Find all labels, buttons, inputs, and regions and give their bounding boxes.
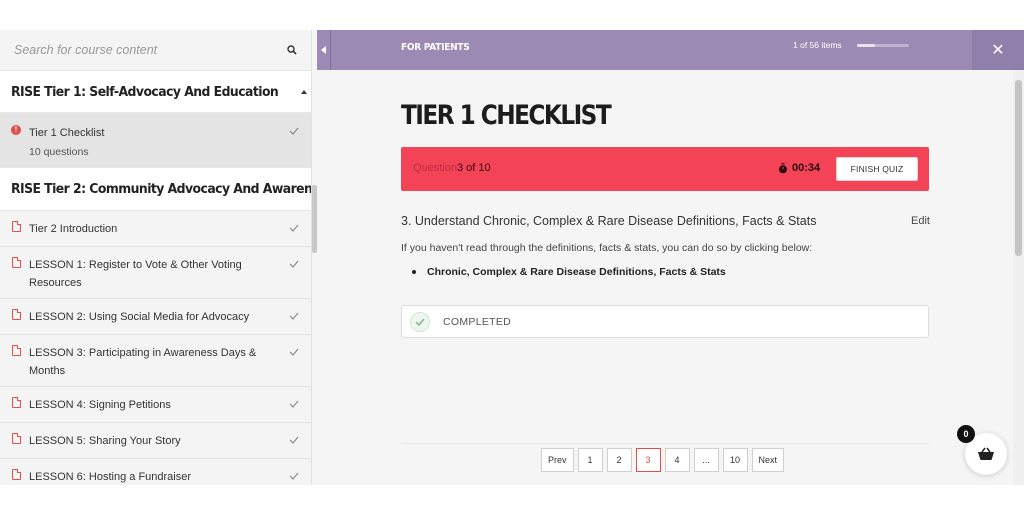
pagination: Prev 1 2 3 4 ... 10 Next [541,448,788,472]
page-ellipsis: ... [693,448,719,472]
sidebar-item-lesson-2[interactable]: LESSON 2: Using Social Media for Advocac… [0,299,311,335]
question-count: 3 of 10 [457,162,491,174]
search-input[interactable] [14,43,285,57]
document-icon-wrap [11,257,21,268]
document-icon [11,221,21,232]
search-bar [0,30,311,71]
progress-bar-fill [857,44,876,47]
stopwatch-icon [779,163,787,174]
sidebar-item-sub: 10 questions [29,146,89,158]
caret-left-icon [321,46,326,54]
alert-icon: ! [11,125,21,135]
page-title: TIER 1 CHECKLIST [401,100,612,131]
check-icon [289,436,299,444]
sidebar-item-lesson-4[interactable]: LESSON 4: Signing Petitions [0,387,311,423]
check-icon [289,472,299,480]
document-icon [11,257,21,268]
alert-icon-wrap: ! [11,125,21,135]
sidebar-item-label: LESSON 1: Register to Vote & Other Votin… [29,259,242,289]
document-icon-wrap [11,397,21,408]
document-icon [11,397,21,408]
app-frame: RISE Tier 1: Self-Advocacy And Education… [0,30,1024,485]
page-button[interactable]: 1 [577,448,603,472]
page-button[interactable]: 4 [664,448,690,472]
check-icon [289,127,299,135]
sidebar-item-lesson-1[interactable]: LESSON 1: Register to Vote & Other Votin… [0,247,311,299]
progress-text: 1 of 56 items [793,40,842,50]
question-title: 3. Understand Chronic, Complex & Rare Di… [401,214,817,228]
document-icon-wrap [11,309,21,320]
prev-button[interactable]: Prev [541,448,574,472]
section-title: RISE Tier 2: Community Advocacy And Awar… [11,181,312,197]
course-title: FOR PATIENTS [401,42,470,53]
finish-quiz-button[interactable]: FINISH QUIZ [836,157,918,181]
sidebar-item-label: LESSON 5: Sharing Your Story [29,435,181,447]
document-icon [11,469,21,480]
document-icon-wrap [11,469,21,480]
course-sidebar: RISE Tier 1: Self-Advocacy And Education… [0,30,312,485]
close-icon: ✕ [991,42,1005,59]
sidebar-item-tier-2-intro[interactable]: Tier 2 Introduction [0,211,311,247]
question-prefix: Question [413,162,458,174]
quiz-timer: 00:34 [792,162,821,174]
sidebar-item-lesson-3[interactable]: LESSON 3: Participating in Awareness Day… [0,335,311,387]
close-button[interactable]: ✕ [972,30,1024,70]
sidebar-item-label: LESSON 6: Hosting a Fundraiser [29,471,192,483]
page-button-current[interactable]: 3 [635,448,661,472]
course-topbar: FOR PATIENTS 1 of 56 items ✕ [317,30,1024,70]
basket-icon [978,447,994,460]
document-icon-wrap [11,221,21,232]
page-button[interactable]: 2 [606,448,632,472]
section-title: RISE Tier 1: Self-Advocacy And Education [11,83,279,100]
section-header-tier-2[interactable]: RISE Tier 2: Community Advocacy And Awar… [0,167,311,211]
progress-bar [857,44,909,47]
lesson-content: TIER 1 CHECKLIST Question 3 of 10 00:34 … [317,70,1013,485]
section-header-tier-1[interactable]: RISE Tier 1: Self-Advocacy And Education [0,71,311,113]
sidebar-item-label: LESSON 3: Participating in Awareness Day… [29,347,257,377]
content-scrollbar[interactable] [1013,70,1024,485]
collapse-sidebar-button[interactable] [317,30,331,70]
page-button[interactable]: 10 [722,448,748,472]
document-icon-wrap [11,433,21,444]
check-icon [289,260,299,268]
edit-link[interactable]: Edit [911,215,930,227]
search-icon[interactable] [285,43,299,57]
question-description: If you haven't read through the definiti… [401,242,813,254]
caret-up-icon[interactable] [301,89,308,94]
cart-count-badge: 0 [957,425,975,443]
content-scrollbar-thumb[interactable] [1015,80,1022,256]
document-icon-wrap [11,345,21,356]
check-icon [289,224,299,232]
resource-link[interactable]: Chronic, Complex & Rare Disease Definiti… [427,266,726,278]
sidebar-item-label: LESSON 4: Signing Petitions [29,399,171,411]
check-icon [289,312,299,320]
sidebar-item-lesson-6[interactable]: LESSON 6: Hosting a Fundraiser [0,459,311,485]
document-icon [11,433,21,444]
sidebar-item-lesson-5[interactable]: LESSON 5: Sharing Your Story [0,423,311,459]
sidebar-item-tier-1-checklist[interactable]: ! Tier 1 Checklist 10 questions [0,113,311,167]
divider [401,443,929,444]
check-icon [289,400,299,408]
next-button[interactable]: Next [751,448,785,472]
sidebar-item-label: Tier 1 Checklist [29,127,105,139]
completed-label: COMPLETED [443,315,512,328]
bullet-dot [412,270,416,274]
document-icon [11,345,21,356]
sidebar-item-label: Tier 2 Introduction [29,223,118,235]
quiz-status-bar: Question 3 of 10 00:34 FINISH QUIZ [401,147,929,191]
check-icon [289,348,299,356]
resource-bullet: Chronic, Complex & Rare Disease Definiti… [412,266,726,278]
document-icon [11,309,21,320]
completed-answer[interactable]: COMPLETED [401,305,929,338]
sidebar-item-label: LESSON 2: Using Social Media for Advocac… [29,311,250,323]
sidebar-item-text: Tier 1 Checklist 10 questions [29,124,299,160]
check-icon [410,311,430,332]
